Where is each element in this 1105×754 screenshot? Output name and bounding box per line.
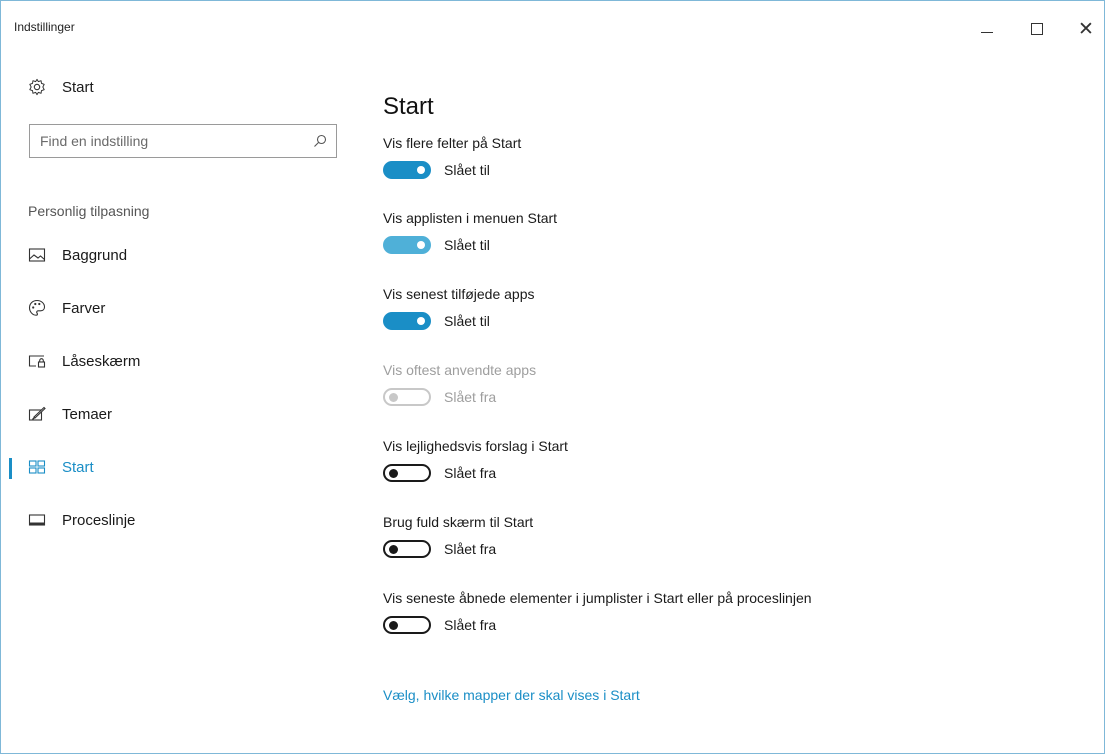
section-label: Personlig tilpasning xyxy=(28,203,150,219)
setting-label: Vis senest tilføjede apps xyxy=(383,286,535,302)
toggle-switch[interactable] xyxy=(383,464,431,482)
home-link[interactable]: Start xyxy=(28,78,94,96)
toggle-switch[interactable] xyxy=(383,540,431,558)
toggle-switch[interactable] xyxy=(383,312,431,330)
search-input[interactable]: Find en indstilling xyxy=(29,124,337,158)
toggle-state: Slået fra xyxy=(444,389,497,405)
minimize-button[interactable] xyxy=(964,11,1010,47)
toggle-knob xyxy=(389,393,398,402)
sidebar-item-temaer[interactable]: Temaer xyxy=(1,394,361,434)
setting-label: Vis applisten i menuen Start xyxy=(383,210,558,226)
setting-vis-applisten: Vis applisten i menuen Start Slået til xyxy=(383,208,813,254)
sidebar-item-proceslinje[interactable]: Proceslinje xyxy=(1,500,361,540)
toggle-knob xyxy=(389,545,398,554)
search-placeholder: Find en indstilling xyxy=(40,133,149,149)
setting-label: Vis lejlighedsvis forslag i Start xyxy=(383,438,568,454)
close-button[interactable]: ✕ xyxy=(1063,11,1104,47)
lock-screen-icon xyxy=(28,355,46,368)
toggle-switch[interactable] xyxy=(383,616,431,634)
setting-vis-oftest-anvendte: Vis oftest anvendte apps Slået fra xyxy=(383,360,813,406)
gear-icon xyxy=(29,78,45,96)
window-title: Indstillinger xyxy=(14,20,75,34)
selection-indicator xyxy=(9,458,12,479)
setting-label: Vis oftest anvendte apps xyxy=(383,362,537,378)
toggle-state: Slået fra xyxy=(444,541,497,557)
toggle-state: Slået til xyxy=(444,162,490,178)
picture-icon xyxy=(28,248,46,262)
toggle-state: Slået til xyxy=(444,313,490,329)
taskbar-icon xyxy=(28,514,46,526)
setting-fuld-skaerm: Brug fuld skærm til Start Slået fra xyxy=(383,512,813,558)
sidebar-item-baggrund[interactable]: Baggrund xyxy=(1,235,361,275)
sidebar: Start Find en indstilling Personlig tilp… xyxy=(1,51,361,753)
toggle-knob xyxy=(417,317,425,325)
minimize-icon xyxy=(981,31,993,33)
sidebar-item-farver[interactable]: Farver xyxy=(1,288,361,328)
title-bar: Indstillinger ✕ xyxy=(1,1,1104,51)
setting-jumplister: Vis seneste åbnede elementer i jumpliste… xyxy=(383,588,813,634)
sidebar-item-label: Baggrund xyxy=(62,246,128,264)
search-icon xyxy=(314,134,327,147)
sidebar-item-label: Temaer xyxy=(62,405,113,423)
maximize-icon xyxy=(1031,23,1043,35)
start-tiles-icon xyxy=(28,460,46,474)
toggle-knob xyxy=(417,241,425,249)
sidebar-item-label: Farver xyxy=(62,299,106,317)
toggle-switch xyxy=(383,388,431,406)
toggle-knob xyxy=(389,621,398,630)
close-icon: ✕ xyxy=(1078,18,1094,40)
themes-icon xyxy=(28,406,46,421)
setting-vis-flere-felter: Vis flere felter på Start Slået til xyxy=(383,133,813,179)
setting-label: Vis flere felter på Start xyxy=(383,135,522,151)
setting-vis-senest-tilfoejede: Vis senest tilføjede apps Slået til xyxy=(383,284,813,330)
main-content: Start Vis flere felter på Start Slået ti… xyxy=(383,51,1104,753)
sidebar-item-laaseskaerm[interactable]: Låseskærm xyxy=(1,341,361,381)
page-title: Start xyxy=(383,93,434,121)
toggle-switch[interactable] xyxy=(383,236,431,254)
toggle-knob xyxy=(417,166,425,174)
sidebar-item-label: Proceslinje xyxy=(62,511,136,529)
sidebar-item-start[interactable]: Start xyxy=(1,447,361,487)
maximize-button[interactable] xyxy=(1014,11,1060,47)
choose-folders-link[interactable]: Vælg, hvilke mapper der skal vises i Sta… xyxy=(383,687,640,703)
toggle-state: Slået fra xyxy=(444,465,497,481)
sidebar-item-label: Låseskærm xyxy=(62,352,141,370)
palette-icon xyxy=(28,299,46,316)
sidebar-item-label: Start xyxy=(62,458,94,476)
home-label: Start xyxy=(62,78,94,96)
toggle-state: Slået fra xyxy=(444,617,497,633)
settings-window: Indstillinger ✕ Start Find en indstillin… xyxy=(0,0,1105,754)
toggle-switch[interactable] xyxy=(383,161,431,179)
setting-label: Brug fuld skærm til Start xyxy=(383,514,534,530)
toggle-state: Slået til xyxy=(444,237,490,253)
setting-vis-forslag: Vis lejlighedsvis forslag i Start Slået … xyxy=(383,436,813,482)
toggle-knob xyxy=(389,469,398,478)
setting-label: Vis seneste åbnede elementer i jumpliste… xyxy=(383,590,812,606)
